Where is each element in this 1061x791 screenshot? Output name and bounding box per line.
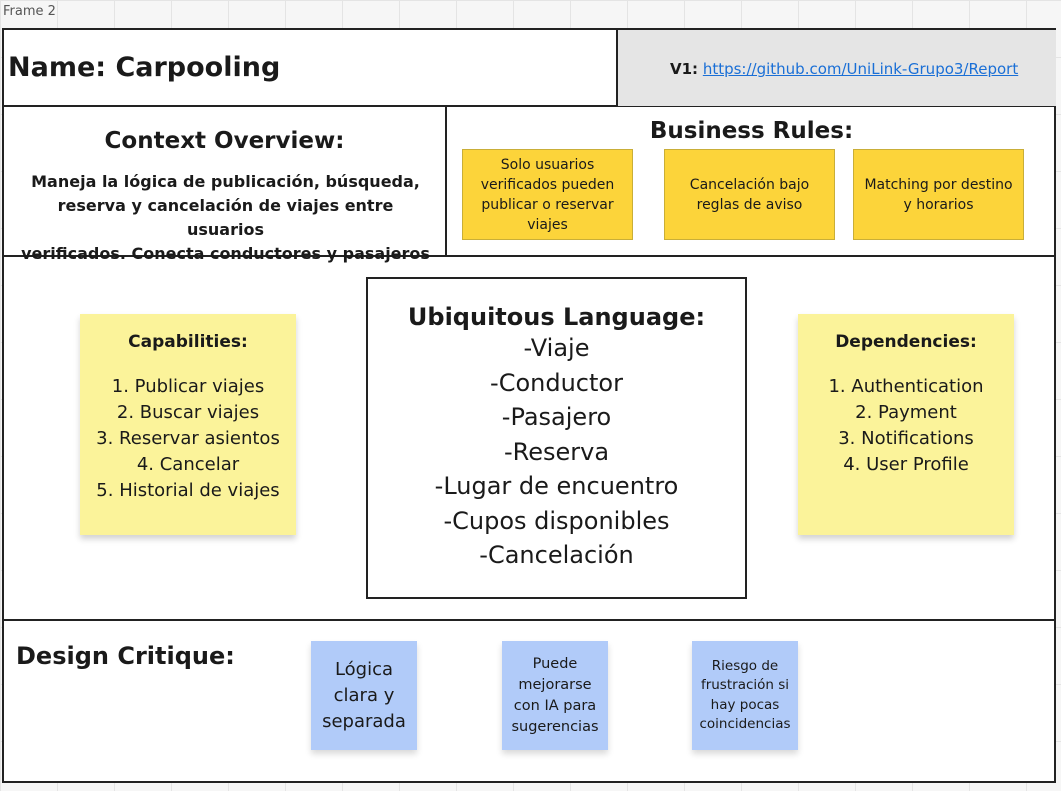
version-line: V1: https://github.com/UniLink-Grupo3/Re…: [670, 60, 1018, 78]
list-item: -Pasajero: [501, 403, 612, 431]
list-item: -Cancelación: [479, 541, 634, 569]
dependencies-title: Dependencies:: [835, 332, 977, 352]
ubiquitous-language-title: Ubiquitous Language:: [407, 303, 706, 331]
critique-note[interactable]: Puede mejorarse con IA para sugerencias: [502, 641, 608, 750]
context-overview-body: Maneja la lógica de publicación, búsqued…: [18, 170, 433, 266]
context-overview-title: Context Overview:: [104, 128, 345, 154]
bounded-context-canvas: Name: Carpooling V1: https://github.com/…: [2, 28, 1056, 783]
business-rule-note[interactable]: Solo usuarios verificados pueden publica…: [462, 149, 633, 240]
ubiquitous-language-box[interactable]: Ubiquitous Language: -Viaje -Conductor -…: [366, 277, 747, 599]
context-overview-line: reserva y cancelación de viajes entre us…: [57, 196, 394, 239]
business-rules-title: Business Rules:: [649, 118, 854, 144]
capabilities-title: Capabilities:: [128, 332, 248, 352]
list-item: 4. Cancelar: [136, 454, 240, 475]
version-label: V1:: [670, 60, 699, 78]
dependencies-note[interactable]: Dependencies: 1. Authentication 2. Payme…: [798, 314, 1014, 535]
list-item: 3. Notifications: [838, 428, 974, 449]
list-item: 5. Historial de viajes: [96, 480, 280, 501]
business-rule-note[interactable]: Matching por destino y horarios: [853, 149, 1024, 240]
list-item: -Viaje: [523, 334, 590, 362]
version-cell: V1: https://github.com/UniLink-Grupo3/Re…: [618, 30, 1056, 106]
context-overview-line: Maneja la lógica de publicación, búsqued…: [31, 172, 420, 191]
context-overview-line: verificados. Conecta conductores y pasaj…: [21, 244, 430, 263]
business-rule-note[interactable]: Cancelación bajo reglas de aviso: [664, 149, 835, 240]
canvas-name: Name: Carpooling: [8, 52, 281, 83]
capabilities-note[interactable]: Capabilities: 1. Publicar viajes 2. Busc…: [80, 314, 296, 535]
list-item: 2. Buscar viajes: [116, 402, 260, 423]
dependencies-list: 1. Authentication 2. Payment 3. Notifica…: [798, 374, 1014, 478]
critique-note[interactable]: Lógica clara y separada: [311, 641, 417, 750]
divider-critique: [4, 619, 1056, 621]
list-item: 2. Payment: [855, 402, 957, 423]
list-item: 4. User Profile: [843, 454, 969, 475]
design-critique-title: Design Critique:: [16, 642, 235, 670]
list-item: -Lugar de encuentro: [434, 472, 679, 500]
list-item: 3. Reservar asientos: [96, 428, 280, 449]
capabilities-list: 1. Publicar viajes 2. Buscar viajes 3. R…: [80, 374, 296, 504]
ubiquitous-language-list: -Viaje -Conductor -Pasajero -Reserva -Lu…: [368, 331, 745, 573]
list-item: -Conductor: [490, 368, 623, 397]
list-item: -Reserva: [503, 437, 610, 466]
list-item: -Cupos disponibles: [443, 506, 670, 535]
frame-label: Frame 2: [3, 4, 56, 19]
list-item: 1. Publicar viajes: [111, 376, 265, 397]
list-item: 1. Authentication: [828, 376, 984, 397]
repo-link[interactable]: https://github.com/UniLink-Grupo3/Report: [703, 60, 1018, 78]
critique-note[interactable]: Riesgo de frustración si hay pocas coinc…: [692, 641, 798, 750]
